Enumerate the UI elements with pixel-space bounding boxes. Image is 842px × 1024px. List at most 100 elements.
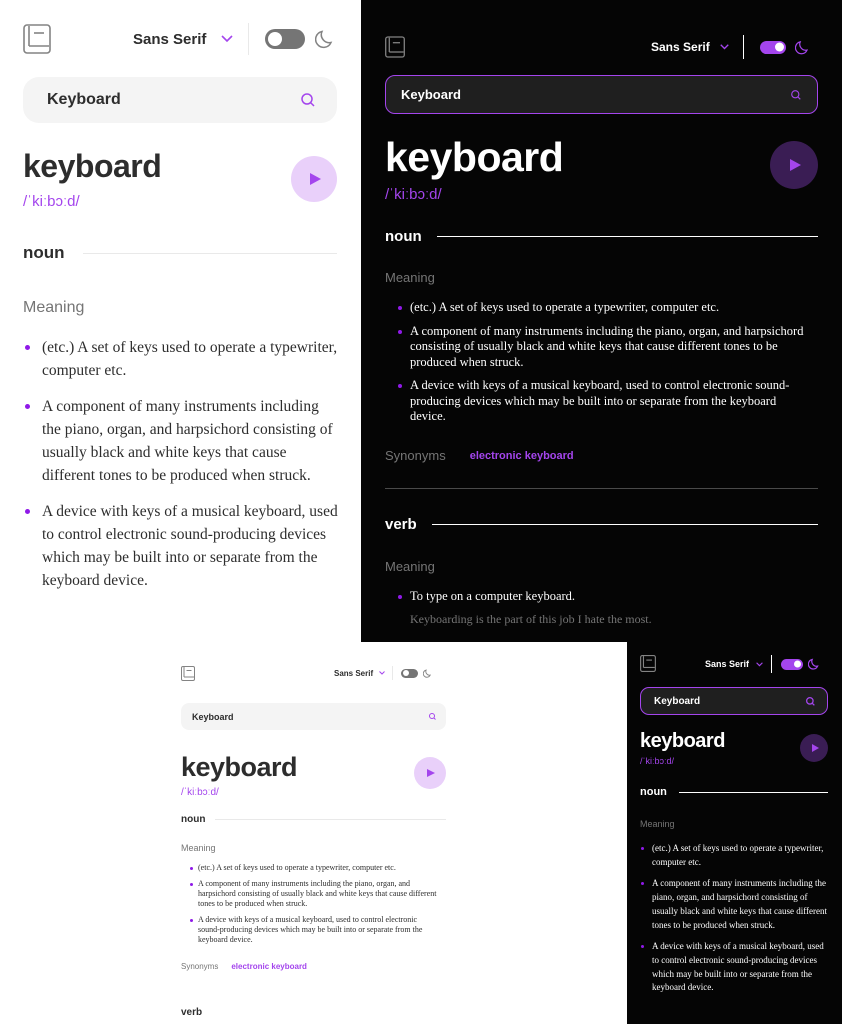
divider — [215, 819, 446, 820]
play-icon — [790, 159, 801, 171]
font-selector[interactable]: Sans Serif — [334, 669, 373, 678]
header-divider — [248, 23, 250, 55]
meaning-heading: Meaning — [640, 819, 675, 829]
moon-icon[interactable] — [423, 669, 432, 678]
phonetic: /ˈkiːbɔːd/ — [385, 186, 442, 203]
synonyms-heading: Synonyms — [181, 962, 219, 971]
part-of-speech-row: verb — [385, 516, 818, 533]
synonyms-row: Synonyms electronic keyboard — [181, 962, 307, 971]
search-input[interactable]: Keyboard — [192, 712, 234, 722]
definition-item: (etc.) A set of keys used to operate a t… — [398, 300, 808, 316]
word-title: keyboard — [385, 134, 564, 180]
meaning-heading: Meaning — [23, 299, 85, 316]
meaning-heading: Meaning — [385, 270, 435, 285]
header-controls: Sans Serif — [334, 666, 432, 680]
part-of-speech-row: noun — [181, 814, 446, 825]
header-controls: Sans Serif — [651, 35, 810, 59]
definition-item: To type on a computer keyboard. — [398, 589, 808, 605]
part-of-speech: noun — [385, 228, 422, 245]
definition-item: A device with keys of a musical keyboard… — [641, 940, 831, 995]
synonym-link[interactable]: electronic keyboard — [470, 450, 574, 462]
synonyms-heading: Synonyms — [385, 448, 446, 463]
dark-theme-large-view: Sans Serif Keyboard keyboard /ˈkiːbɔːd/ … — [361, 0, 842, 642]
meaning-heading: Meaning — [181, 843, 216, 853]
definition-item: A component of many instruments includin… — [23, 395, 341, 487]
part-of-speech-row: noun — [23, 243, 337, 263]
search-icon[interactable] — [791, 89, 801, 100]
word-title: keyboard — [181, 752, 298, 782]
book-icon[interactable] — [385, 36, 405, 58]
phonetic: /ˈkiːbɔːd/ — [640, 756, 675, 766]
search-bar[interactable]: Keyboard — [385, 75, 818, 114]
book-icon[interactable] — [640, 655, 656, 672]
search-icon[interactable] — [429, 713, 436, 720]
moon-icon[interactable] — [808, 658, 820, 670]
definition-item: A device with keys of a musical keyboard… — [23, 500, 341, 592]
definition-item: A device with keys of a musical keyboard… — [190, 915, 440, 945]
header-controls: Sans Serif — [705, 655, 820, 673]
search-input[interactable]: Keyboard — [654, 696, 700, 707]
definition-list: (etc.) A set of keys used to operate a t… — [190, 863, 440, 945]
definition-list: (etc.) A set of keys used to operate a t… — [23, 336, 341, 592]
part-of-speech: noun — [23, 243, 65, 262]
phonetic: /ˈkiːbɔːd/ — [23, 193, 80, 210]
font-selector[interactable]: Sans Serif — [705, 659, 749, 669]
play-button[interactable] — [770, 141, 818, 189]
play-button[interactable] — [800, 734, 828, 762]
definition-item: A device with keys of a musical keyboard… — [398, 378, 808, 425]
play-icon — [811, 744, 819, 752]
play-button[interactable] — [291, 156, 337, 202]
chevron-down-icon[interactable] — [221, 35, 233, 43]
synonyms-row: Synonyms electronic keyboard — [385, 448, 574, 463]
word-title: keyboard — [640, 730, 725, 752]
theme-toggle-knob — [268, 32, 283, 46]
theme-toggle-knob — [402, 670, 409, 676]
header-divider — [392, 666, 394, 680]
word-title: keyboard — [23, 148, 162, 184]
light-theme-large-view: Sans Serif Keyboard keyboard /ˈkiːbɔːd/ … — [0, 0, 360, 642]
definition-list: (etc.) A set of keys used to operate a t… — [398, 300, 808, 425]
search-bar[interactable]: Keyboard — [181, 703, 446, 730]
moon-icon[interactable] — [794, 40, 810, 55]
phonetic: /ˈkiːbɔːd/ — [181, 787, 219, 798]
theme-toggle[interactable] — [265, 29, 306, 49]
moon-icon[interactable] — [315, 29, 335, 49]
play-button[interactable] — [414, 757, 446, 789]
chevron-down-icon[interactable] — [719, 44, 729, 50]
section-divider — [385, 488, 818, 489]
book-icon[interactable] — [23, 24, 51, 54]
definition-item: (etc.) A set of keys used to operate a t… — [641, 842, 831, 869]
definition-item: (etc.) A set of keys used to operate a t… — [190, 863, 440, 873]
font-selector[interactable]: Sans Serif — [651, 40, 710, 54]
theme-toggle[interactable] — [781, 658, 804, 670]
search-bar[interactable]: Keyboard — [640, 687, 828, 715]
synonym-link[interactable]: electronic keyboard — [231, 962, 307, 971]
part-of-speech: noun — [181, 814, 206, 825]
chevron-down-icon[interactable] — [756, 661, 763, 667]
definition-item: A component of many instruments includin… — [398, 324, 808, 371]
part-of-speech-row: noun — [385, 228, 818, 245]
search-icon[interactable] — [806, 696, 815, 706]
search-input[interactable]: Keyboard — [47, 91, 121, 109]
meaning-heading: Meaning — [385, 559, 435, 574]
example-sentence: Keyboarding is the part of this job I ha… — [410, 612, 652, 626]
search-icon[interactable] — [301, 93, 315, 107]
dark-theme-mobile-view: Sans Serif Keyboard keyboard /ˈkiːbɔːd/ … — [627, 642, 842, 1024]
theme-toggle-knob — [794, 660, 802, 668]
theme-toggle-knob — [774, 42, 784, 52]
part-of-speech-row: noun — [640, 786, 828, 798]
theme-toggle[interactable] — [401, 668, 419, 678]
divider — [436, 236, 818, 237]
search-bar[interactable]: Keyboard — [23, 77, 337, 123]
header-divider — [742, 35, 744, 59]
book-icon[interactable] — [181, 666, 195, 681]
theme-toggle[interactable] — [759, 40, 786, 54]
search-input[interactable]: Keyboard — [401, 87, 461, 102]
definition-list: To type on a computer keyboard. — [398, 589, 808, 605]
font-selector[interactable]: Sans Serif — [133, 31, 206, 48]
play-icon — [427, 769, 435, 777]
part-of-speech: verb — [385, 516, 417, 533]
chevron-down-icon[interactable] — [379, 671, 385, 675]
header-controls: Sans Serif — [133, 23, 335, 55]
divider — [82, 252, 337, 254]
